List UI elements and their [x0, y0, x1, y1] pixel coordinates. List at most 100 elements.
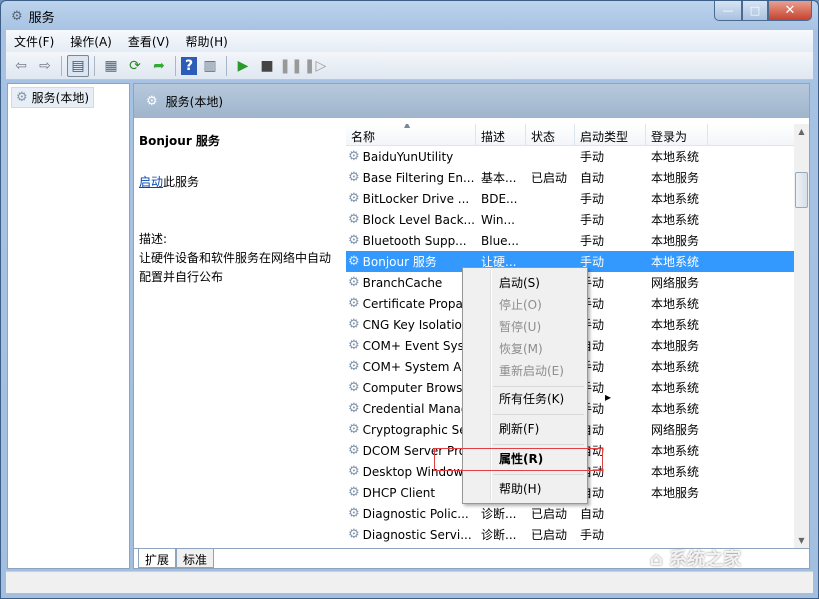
service-description-pane: Bonjour 服务 启动此服务 描述: 让硬件设备和软件服务在网络中自动配置并…	[139, 132, 339, 287]
service-logon: 本地系统	[646, 463, 708, 480]
service-row[interactable]: ⚙Diagnostic Servi...诊断...已启动手动	[346, 524, 794, 545]
gear-icon: ⚙	[348, 485, 360, 500]
column-name[interactable]: 名称▲	[346, 124, 476, 145]
service-logon: 本地服务	[646, 169, 708, 186]
context-menu-item[interactable]: 刷新(F)	[499, 420, 611, 437]
service-status: 已启动	[526, 526, 575, 543]
service-logon: 本地系统	[646, 442, 708, 459]
gear-icon: ⚙	[348, 191, 360, 206]
gear-icon: ⚙	[348, 212, 360, 227]
restart-service-icon[interactable]: ❚▷	[304, 55, 326, 77]
gear-icon: ⚙	[348, 380, 360, 395]
context-menu-item[interactable]: 重新启动(E)	[499, 362, 611, 379]
service-row[interactable]: ⚙Bluetooth Supp...Blue...手动本地服务	[346, 230, 794, 251]
service-name: ⚙BitLocker Drive ...	[346, 191, 476, 206]
service-logon: 本地系统	[646, 379, 708, 396]
minimize-button[interactable]: —	[714, 1, 742, 21]
gear-icon: ⚙	[348, 170, 360, 185]
service-name: ⚙Bonjour 服务	[346, 253, 476, 270]
gear-icon: ⚙	[348, 338, 360, 353]
tab-extended[interactable]: 扩展	[138, 549, 176, 568]
context-menu-item[interactable]: 恢复(M)	[499, 340, 611, 357]
service-name: ⚙COM+ System Application	[346, 359, 476, 374]
service-description: Blue...	[476, 234, 526, 248]
service-name: ⚙Base Filtering En...	[346, 170, 476, 185]
column-logon-as[interactable]: 登录为	[646, 124, 708, 145]
service-row[interactable]: ⚙Block Level Back...Win...手动本地系统	[346, 209, 794, 230]
maximize-button[interactable]: □	[742, 1, 768, 21]
service-row[interactable]: ⚙Diagnostic Polic...诊断...已启动自动	[346, 503, 794, 524]
menu-file[interactable]: 文件(F)	[6, 33, 62, 50]
service-name: ⚙Bluetooth Supp...	[346, 233, 476, 248]
gear-icon: ⚙	[348, 422, 360, 437]
refresh-icon[interactable]: ⟳	[124, 55, 146, 77]
gear-icon: ⚙	[348, 149, 360, 164]
forward-icon[interactable]: ⇨	[34, 55, 56, 77]
properties-highlight-box	[434, 448, 603, 471]
column-status[interactable]: 状态	[526, 124, 575, 145]
service-logon: 网络服务	[646, 421, 708, 438]
close-button[interactable]: ✕	[768, 1, 812, 21]
service-name: ⚙BaiduYunUtility	[346, 149, 476, 164]
gear-icon: ⚙	[348, 296, 360, 311]
service-name: ⚙Credential Manager	[346, 401, 476, 416]
service-name: ⚙BranchCache	[346, 275, 476, 290]
service-name: ⚙Diagnostic Servi...	[346, 527, 476, 542]
service-logon: 本地服务	[646, 484, 708, 501]
stop-service-icon[interactable]: ■	[256, 55, 278, 77]
service-description: BDE...	[476, 192, 526, 206]
back-icon[interactable]: ⇦	[10, 55, 32, 77]
scroll-thumb[interactable]	[795, 172, 808, 208]
service-startup-type: 自动	[575, 169, 646, 186]
context-menu-item[interactable]: 暂停(U)	[499, 318, 611, 335]
pause-service-icon[interactable]: ❚❚	[280, 55, 302, 77]
menu-help[interactable]: 帮助(H)	[177, 33, 235, 50]
gear-icon: ⚙	[348, 317, 360, 332]
action-pane-icon[interactable]: ▥	[199, 55, 221, 77]
properties-icon[interactable]: ▦	[100, 55, 122, 77]
context-menu-item[interactable]: 启动(S)	[499, 274, 611, 291]
gear-icon: ⚙	[348, 401, 360, 416]
column-description[interactable]: 描述	[476, 124, 526, 145]
console-tree: ⚙ 服务(本地)	[7, 83, 130, 569]
show-hide-tree-icon[interactable]: ▤	[67, 55, 89, 77]
service-logon: 网络服务	[646, 274, 708, 291]
service-description: Win...	[476, 213, 526, 227]
menu-action[interactable]: 操作(A)	[62, 33, 120, 50]
service-logon: 本地系统	[646, 190, 708, 207]
service-logon: 本地系统	[646, 400, 708, 417]
gear-icon: ⚙	[348, 464, 360, 479]
gear-icon: ⚙	[348, 359, 360, 374]
scroll-up-icon[interactable]: ▲	[794, 124, 809, 136]
services-icon: ⚙	[11, 9, 23, 24]
start-service-icon[interactable]: ▶	[232, 55, 254, 77]
service-description: 诊断...	[476, 526, 526, 543]
service-logon: 本地系统	[646, 211, 708, 228]
gear-icon: ⚙	[348, 527, 360, 542]
context-menu-item[interactable]: 所有任务(K)▸	[499, 390, 611, 407]
service-startup-type: 手动	[575, 148, 646, 165]
service-startup-type: 手动	[575, 232, 646, 249]
context-menu-item[interactable]: 停止(O)	[499, 296, 611, 313]
context-menu-item[interactable]: 帮助(H)	[499, 480, 611, 497]
vertical-scrollbar[interactable]: ▲ ▼	[794, 124, 809, 548]
service-startup-type: 自动	[575, 505, 646, 522]
service-row[interactable]: ⚙Base Filtering En...基本...已启动自动本地服务	[346, 167, 794, 188]
tree-item-services-local[interactable]: ⚙ 服务(本地)	[11, 87, 94, 108]
start-service-link[interactable]: 启动	[139, 175, 163, 189]
column-header: 名称▲ 描述 状态 启动类型 登录为	[346, 124, 794, 146]
menu-view[interactable]: 查看(V)	[120, 33, 178, 50]
gear-icon: ⚙	[16, 90, 28, 105]
help-icon[interactable]: ?	[181, 57, 197, 75]
service-status: 已启动	[526, 505, 575, 522]
service-row[interactable]: ⚙BitLocker Drive ...BDE...手动本地系统	[346, 188, 794, 209]
scroll-down-icon[interactable]: ▼	[794, 536, 809, 545]
service-name: ⚙Computer Browser	[346, 380, 476, 395]
service-name: ⚙Block Level Back...	[346, 212, 476, 227]
gear-icon: ⚙	[348, 275, 360, 290]
column-startup-type[interactable]: 启动类型	[575, 124, 646, 145]
description-label: 描述:	[139, 230, 339, 249]
tab-standard[interactable]: 标准	[176, 549, 214, 568]
export-icon[interactable]: ➦	[148, 55, 170, 77]
service-row[interactable]: ⚙BaiduYunUtility手动本地系统	[346, 146, 794, 167]
